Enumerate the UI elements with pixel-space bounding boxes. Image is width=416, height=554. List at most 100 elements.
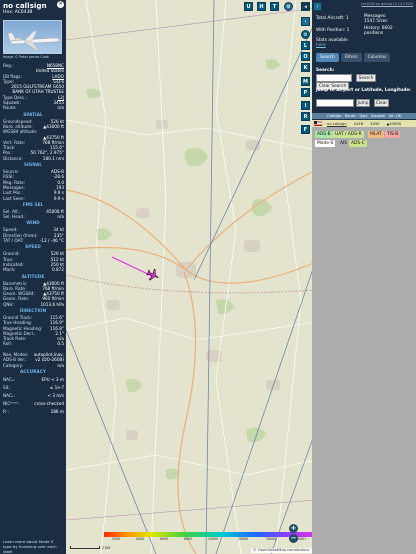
colorbar-tick: 20000	[238, 537, 249, 541]
route-value: n/a	[57, 105, 64, 111]
col-squawk[interactable]: Squawk	[371, 114, 385, 118]
altitude-colorbar-ticks: 2000 4000 6000 8000 10000 20000 30000 40…	[104, 537, 316, 542]
aircraft-info-panel: no callsign ✕ Hex: AC643B Image © Peter …	[0, 0, 66, 554]
col-callsign[interactable]: Callsign	[327, 114, 342, 118]
table-row[interactable]: no callsign GLF6 3455 ▲43000	[312, 120, 416, 127]
map-button-r[interactable]: R	[301, 112, 310, 121]
hex-label: Hex:	[3, 10, 14, 15]
tat-oat-value: -12 / -46 °C	[39, 238, 64, 244]
map-button-o[interactable]: O	[301, 52, 310, 61]
scale-bar: 2 NM	[70, 545, 110, 551]
stats-link[interactable]: here	[316, 43, 326, 48]
route-row: Route: n/a	[3, 105, 64, 111]
tab-filters[interactable]: Filters	[340, 53, 362, 62]
nic-baro-value: cross-checked	[34, 400, 64, 406]
sel-head-value: n/a	[57, 214, 64, 220]
map-button-h[interactable]: H	[257, 2, 266, 11]
badge-tisb[interactable]: TIS-B	[385, 131, 401, 138]
settings-gear-icon[interactable]: ⚙	[284, 2, 293, 11]
jump-label: Jump to Airport or Latitude, Longitude:	[316, 88, 411, 93]
search-button[interactable]: Search	[356, 74, 376, 82]
map-button-m[interactable]: M	[301, 77, 310, 86]
row-type: GLF6	[353, 121, 364, 126]
message-rate: 1547.5/sec	[364, 19, 388, 24]
jump-input[interactable]	[316, 99, 354, 107]
altitude-header: ALTITUDE	[21, 274, 45, 280]
nacv-value: < 3 m/s	[47, 392, 64, 398]
history-positions: positions	[364, 31, 384, 36]
row-callsign: no callsign	[327, 121, 347, 126]
colorbar-tick: 30000	[266, 537, 277, 541]
tab-search[interactable]: Search	[316, 53, 339, 62]
map-button-i[interactable]: I	[301, 101, 310, 110]
badge-mlat[interactable]: MLAT	[368, 131, 384, 138]
map-button-t[interactable]: T	[270, 2, 279, 11]
badge-ais[interactable]: AIS	[338, 140, 349, 147]
scale-text: 2 NM	[102, 546, 111, 550]
learn-more-note: Learn more about Mode S type by hovering…	[3, 539, 57, 554]
qnh-value: 1013.6 hPa	[40, 301, 64, 307]
panel-tabs: Search Filters Columns	[316, 53, 391, 62]
sil-value: ≤ 1e-7	[49, 384, 64, 390]
badge-adsc[interactable]: ADS-C	[349, 140, 367, 147]
baro-altitude-value: ▲43000 ft	[43, 123, 64, 129]
map-view[interactable]: U H T ⚙ 2000 4000 6000 8000 10000 20000 …	[66, 0, 316, 554]
col-type[interactable]: Type	[359, 114, 367, 118]
row-altitude: ▲43000	[386, 121, 402, 126]
colorbar-tick: 4000	[136, 537, 145, 541]
map-button-u[interactable]: U	[244, 2, 253, 11]
row-squawk: 3455	[370, 121, 380, 126]
zoom-in-button[interactable]: +	[289, 524, 298, 533]
tab-columns[interactable]: Columns	[363, 53, 391, 62]
map-button-l[interactable]: L	[301, 41, 310, 50]
zoom-controls: + −	[289, 524, 298, 544]
category-value: n/a	[57, 362, 64, 368]
aircraft-photo[interactable]	[3, 20, 62, 54]
settings-button-icon[interactable]: ⚙	[301, 30, 310, 39]
colorbar-tick: 8000	[184, 537, 193, 541]
clear-button[interactable]: Clear	[374, 99, 389, 107]
map-button-k[interactable]: K	[301, 63, 310, 72]
map-canvas	[66, 0, 316, 554]
search-input[interactable]	[316, 74, 352, 82]
roll-value: 0.5	[57, 341, 64, 347]
jump-button[interactable]: Jump	[356, 99, 370, 107]
close-icon[interactable]: ✕	[57, 1, 64, 8]
speed-header: SPEED	[25, 245, 41, 251]
us-flag-icon	[314, 121, 322, 126]
badge-adsb[interactable]: ADS-B	[315, 131, 333, 138]
direction-header: DIRECTION	[19, 308, 47, 314]
with-position: With Position: 1	[316, 28, 350, 33]
total-aircraft: Total Aircraft: 1	[316, 16, 349, 21]
aircraft-list-panel: › tar1090 on github (3.14.1700) Total Ai…	[312, 0, 416, 554]
badge-uat[interactable]: UAT / ADS-R	[333, 131, 364, 138]
rc-value: 186 m	[50, 408, 64, 414]
map-side-buttons: ◂ ‹ ⚙ L O K M P I R F	[298, 0, 312, 554]
col-route[interactable]: Route	[345, 114, 356, 118]
distance-value: 180.1 nmi	[42, 155, 64, 161]
fms-sel-header: FMS SEL	[22, 202, 44, 208]
signal-header: SIGNAL	[24, 163, 42, 169]
collapse-panel-chevron-icon[interactable]: ◂	[301, 2, 310, 11]
badge-modes[interactable]: Mode-S	[315, 140, 336, 147]
map-button-f[interactable]: F	[301, 125, 310, 134]
nacp-value: EPU < 3 m	[41, 376, 64, 382]
wind-header: WIND	[26, 221, 40, 227]
aircraft-marker-icon[interactable]	[146, 268, 160, 282]
colorbar-tick: 10000	[208, 537, 219, 541]
panel-background	[312, 127, 416, 554]
colorbar-tick: 6000	[160, 537, 169, 541]
map-button-p[interactable]: P	[301, 88, 310, 97]
aircraft-table-header: Callsign Route Type Squawk Alt. (ft)	[312, 113, 416, 119]
version-link[interactable]: tar1090 on github (3.14.1700)	[361, 2, 413, 6]
last-seen-value: 9.9 s	[53, 195, 64, 201]
search-label: Search:	[316, 68, 335, 73]
hex-value: AC643B	[14, 10, 33, 15]
chevron-left-icon[interactable]: ‹	[301, 17, 310, 26]
chevron-right-icon[interactable]: ›	[313, 2, 322, 11]
mach-value: 0.872	[52, 267, 64, 273]
col-altitude[interactable]: Alt. (ft)	[389, 114, 402, 118]
spatial-header: SPATIAL	[23, 112, 43, 118]
colorbar-tick: 2000	[112, 537, 121, 541]
zoom-out-button[interactable]: −	[289, 534, 298, 543]
